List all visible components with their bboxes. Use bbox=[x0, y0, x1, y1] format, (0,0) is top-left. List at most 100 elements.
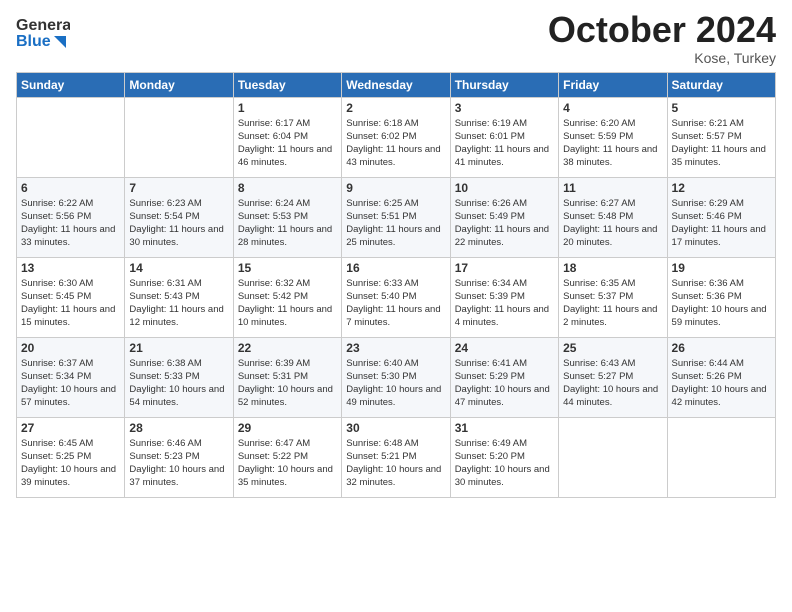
calendar-cell: 23Sunrise: 6:40 AM Sunset: 5:30 PM Dayli… bbox=[342, 337, 450, 417]
calendar-cell: 13 Sunrise: 6:30 AM Sunset: 5:45 PM Dayli… bbox=[17, 257, 125, 337]
day-number: 9 bbox=[346, 181, 445, 195]
day-info: Sunrise: 6:17 AM Sunset: 6:04 PM Dayligh… bbox=[238, 117, 337, 170]
day-info: Sunrise: 6:30 AM Sunset: 5:45 PM Dayligh… bbox=[21, 277, 120, 330]
header: General Blue October 2024 Kose, Turkey bbox=[16, 10, 776, 66]
day-info: Sunrise: 6:18 AM Sunset: 6:02 PM Dayligh… bbox=[346, 117, 445, 170]
day-number: 3 bbox=[455, 101, 554, 115]
day-number: 1 bbox=[238, 101, 337, 115]
day-info: Sunrise: 6:41 AM Sunset: 5:29 PM Dayligh… bbox=[455, 357, 554, 410]
calendar-page: General Blue October 2024 Kose, Turkey S… bbox=[0, 0, 792, 612]
day-info: Sunrise: 6:44 AM Sunset: 5:26 PM Dayligh… bbox=[672, 357, 771, 410]
calendar-cell: 22Sunrise: 6:39 AM Sunset: 5:31 PM Dayli… bbox=[233, 337, 341, 417]
calendar-cell: 17Sunrise: 6:34 AM Sunset: 5:39 PM Dayli… bbox=[450, 257, 558, 337]
month-title: October 2024 bbox=[548, 10, 776, 50]
day-number: 28 bbox=[129, 421, 228, 435]
svg-text:General: General bbox=[16, 17, 70, 34]
day-of-week-header: Friday bbox=[559, 72, 667, 97]
title-area: October 2024 Kose, Turkey bbox=[548, 10, 776, 66]
day-info: Sunrise: 6:38 AM Sunset: 5:33 PM Dayligh… bbox=[129, 357, 228, 410]
day-number: 12 bbox=[672, 181, 771, 195]
calendar-cell: 29 Sunrise: 6:47 AM Sunset: 5:22 PM Dayli… bbox=[233, 417, 341, 497]
calendar-cell: 18 Sunrise: 6:35 AM Sunset: 5:37 PM Dayli… bbox=[559, 257, 667, 337]
day-info: Sunrise: 6:36 AM Sunset: 5:36 PM Dayligh… bbox=[672, 277, 771, 330]
calendar-cell: 24 Sunrise: 6:41 AM Sunset: 5:29 PM Dayli… bbox=[450, 337, 558, 417]
day-of-week-header: Monday bbox=[125, 72, 233, 97]
day-info: Sunrise: 6:22 AM Sunset: 5:56 PM Dayligh… bbox=[21, 197, 120, 250]
calendar-cell bbox=[125, 97, 233, 177]
calendar-cell: 7 Sunrise: 6:23 AM Sunset: 5:54 PM Daylig… bbox=[125, 177, 233, 257]
calendar-header-row: SundayMondayTuesdayWednesdayThursdayFrid… bbox=[17, 72, 776, 97]
day-info: Sunrise: 6:46 AM Sunset: 5:23 PM Dayligh… bbox=[129, 437, 228, 490]
day-number: 7 bbox=[129, 181, 228, 195]
svg-text:Blue: Blue bbox=[16, 33, 51, 50]
calendar-week-row: 6 Sunrise: 6:22 AM Sunset: 5:56 PM Daylig… bbox=[17, 177, 776, 257]
logo-icon: General Blue bbox=[16, 10, 70, 54]
day-number: 15 bbox=[238, 261, 337, 275]
logo: General Blue bbox=[16, 10, 70, 54]
day-number: 11 bbox=[563, 181, 662, 195]
day-number: 18 bbox=[563, 261, 662, 275]
day-info: Sunrise: 6:20 AM Sunset: 5:59 PM Dayligh… bbox=[563, 117, 662, 170]
calendar-week-row: 1 Sunrise: 6:17 AM Sunset: 6:04 PM Daylig… bbox=[17, 97, 776, 177]
day-number: 2 bbox=[346, 101, 445, 115]
day-info: Sunrise: 6:27 AM Sunset: 5:48 PM Dayligh… bbox=[563, 197, 662, 250]
calendar-cell: 10 Sunrise: 6:26 AM Sunset: 5:49 PM Dayli… bbox=[450, 177, 558, 257]
day-number: 20 bbox=[21, 341, 120, 355]
day-number: 5 bbox=[672, 101, 771, 115]
calendar-cell: 4 Sunrise: 6:20 AM Sunset: 5:59 PM Daylig… bbox=[559, 97, 667, 177]
day-info: Sunrise: 6:24 AM Sunset: 5:53 PM Dayligh… bbox=[238, 197, 337, 250]
day-info: Sunrise: 6:19 AM Sunset: 6:01 PM Dayligh… bbox=[455, 117, 554, 170]
calendar-cell: 20Sunrise: 6:37 AM Sunset: 5:34 PM Dayli… bbox=[17, 337, 125, 417]
calendar-cell bbox=[559, 417, 667, 497]
day-info: Sunrise: 6:29 AM Sunset: 5:46 PM Dayligh… bbox=[672, 197, 771, 250]
day-number: 13 bbox=[21, 261, 120, 275]
calendar-cell: 6 Sunrise: 6:22 AM Sunset: 5:56 PM Daylig… bbox=[17, 177, 125, 257]
day-of-week-header: Tuesday bbox=[233, 72, 341, 97]
day-info: Sunrise: 6:43 AM Sunset: 5:27 PM Dayligh… bbox=[563, 357, 662, 410]
day-info: Sunrise: 6:21 AM Sunset: 5:57 PM Dayligh… bbox=[672, 117, 771, 170]
calendar-cell: 11 Sunrise: 6:27 AM Sunset: 5:48 PM Dayli… bbox=[559, 177, 667, 257]
day-number: 30 bbox=[346, 421, 445, 435]
calendar-cell: 27Sunrise: 6:45 AM Sunset: 5:25 PM Dayli… bbox=[17, 417, 125, 497]
calendar-cell: 19 Sunrise: 6:36 AM Sunset: 5:36 PM Dayli… bbox=[667, 257, 775, 337]
day-number: 4 bbox=[563, 101, 662, 115]
calendar-cell: 25Sunrise: 6:43 AM Sunset: 5:27 PM Dayli… bbox=[559, 337, 667, 417]
day-number: 21 bbox=[129, 341, 228, 355]
calendar-cell: 1 Sunrise: 6:17 AM Sunset: 6:04 PM Daylig… bbox=[233, 97, 341, 177]
calendar-cell: 8 Sunrise: 6:24 AM Sunset: 5:53 PM Daylig… bbox=[233, 177, 341, 257]
day-number: 6 bbox=[21, 181, 120, 195]
calendar-cell: 2 Sunrise: 6:18 AM Sunset: 6:02 PM Daylig… bbox=[342, 97, 450, 177]
calendar-cell: 21 Sunrise: 6:38 AM Sunset: 5:33 PM Dayli… bbox=[125, 337, 233, 417]
day-info: Sunrise: 6:35 AM Sunset: 5:37 PM Dayligh… bbox=[563, 277, 662, 330]
day-number: 14 bbox=[129, 261, 228, 275]
day-info: Sunrise: 6:32 AM Sunset: 5:42 PM Dayligh… bbox=[238, 277, 337, 330]
calendar-week-row: 27Sunrise: 6:45 AM Sunset: 5:25 PM Dayli… bbox=[17, 417, 776, 497]
day-number: 31 bbox=[455, 421, 554, 435]
day-number: 19 bbox=[672, 261, 771, 275]
day-of-week-header: Sunday bbox=[17, 72, 125, 97]
day-number: 23 bbox=[346, 341, 445, 355]
day-info: Sunrise: 6:26 AM Sunset: 5:49 PM Dayligh… bbox=[455, 197, 554, 250]
location-subtitle: Kose, Turkey bbox=[548, 50, 776, 66]
day-number: 29 bbox=[238, 421, 337, 435]
day-info: Sunrise: 6:33 AM Sunset: 5:40 PM Dayligh… bbox=[346, 277, 445, 330]
day-info: Sunrise: 6:31 AM Sunset: 5:43 PM Dayligh… bbox=[129, 277, 228, 330]
calendar-cell: 5 Sunrise: 6:21 AM Sunset: 5:57 PM Daylig… bbox=[667, 97, 775, 177]
day-number: 10 bbox=[455, 181, 554, 195]
day-number: 27 bbox=[21, 421, 120, 435]
calendar-cell: 3 Sunrise: 6:19 AM Sunset: 6:01 PM Daylig… bbox=[450, 97, 558, 177]
day-number: 24 bbox=[455, 341, 554, 355]
calendar-cell bbox=[667, 417, 775, 497]
day-info: Sunrise: 6:47 AM Sunset: 5:22 PM Dayligh… bbox=[238, 437, 337, 490]
calendar-cell: 9 Sunrise: 6:25 AM Sunset: 5:51 PM Daylig… bbox=[342, 177, 450, 257]
day-info: Sunrise: 6:25 AM Sunset: 5:51 PM Dayligh… bbox=[346, 197, 445, 250]
day-number: 8 bbox=[238, 181, 337, 195]
calendar-cell: 30 Sunrise: 6:48 AM Sunset: 5:21 PM Dayli… bbox=[342, 417, 450, 497]
day-number: 26 bbox=[672, 341, 771, 355]
day-info: Sunrise: 6:48 AM Sunset: 5:21 PM Dayligh… bbox=[346, 437, 445, 490]
day-info: Sunrise: 6:23 AM Sunset: 5:54 PM Dayligh… bbox=[129, 197, 228, 250]
day-info: Sunrise: 6:39 AM Sunset: 5:31 PM Dayligh… bbox=[238, 357, 337, 410]
calendar-cell: 28 Sunrise: 6:46 AM Sunset: 5:23 PM Dayli… bbox=[125, 417, 233, 497]
day-info: Sunrise: 6:49 AM Sunset: 5:20 PM Dayligh… bbox=[455, 437, 554, 490]
day-number: 16 bbox=[346, 261, 445, 275]
